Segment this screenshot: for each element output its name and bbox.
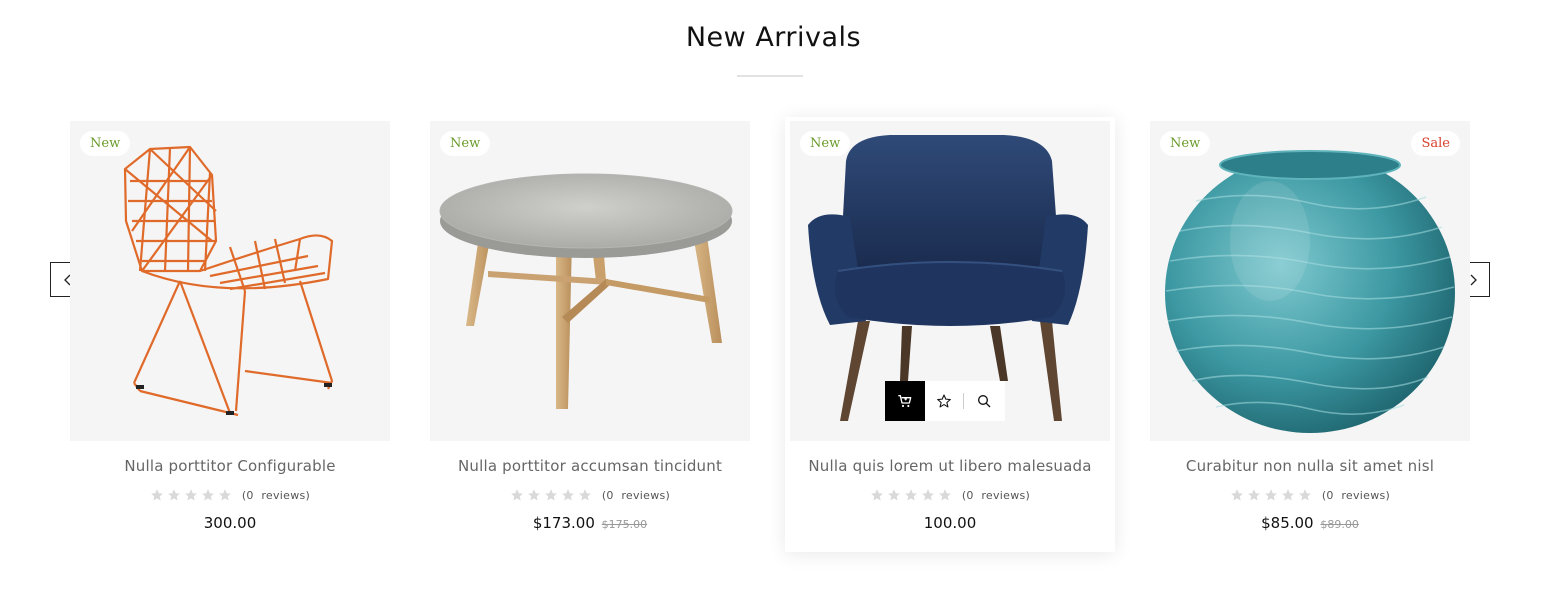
- reviews-count: (0 reviews): [961, 488, 1031, 502]
- rating-row: (0 reviews): [430, 487, 750, 503]
- old-price: $89.00: [1320, 518, 1359, 531]
- star-icon: [528, 489, 540, 501]
- star-icon: [1299, 489, 1311, 501]
- star-icon: [888, 489, 900, 501]
- section-title: New Arrivals: [685, 22, 862, 53]
- star-icon: [1231, 489, 1243, 501]
- rating-row: (0 reviews): [70, 487, 390, 503]
- sale-badge: Sale: [1411, 131, 1460, 156]
- reviews-count: (0 reviews): [601, 488, 671, 502]
- product-name[interactable]: Nulla porttitor accumsan tincidunt: [430, 457, 750, 475]
- star-icon: [511, 489, 523, 501]
- star-icon: [939, 489, 951, 501]
- rating-row: (0 reviews): [790, 487, 1110, 503]
- orange-wire-chair-image: [123, 145, 334, 417]
- star-icon: [151, 489, 163, 501]
- star-icon: [922, 489, 934, 501]
- product-image[interactable]: New: [790, 121, 1110, 441]
- product-card[interactable]: New Sale Curabitur non nulla sit amet ni…: [1150, 121, 1470, 551]
- price: $173.00: [532, 514, 595, 532]
- reviews-count: (0 reviews): [1321, 488, 1391, 502]
- product-image[interactable]: New: [430, 121, 750, 441]
- price: 100.00: [923, 514, 977, 532]
- star-icon: [202, 489, 214, 501]
- product-card[interactable]: New Nulla quis lorem ut libero malesuada…: [785, 117, 1115, 552]
- price-row: 100.00: [790, 514, 1110, 532]
- old-price: $175.00: [601, 518, 648, 531]
- price-row: $85.00 $89.00: [1150, 514, 1470, 532]
- cart-icon: [898, 395, 912, 408]
- product-card[interactable]: New Nulla porttitor Configurable (0 revi…: [70, 121, 390, 551]
- star-icon: [219, 489, 231, 501]
- star-icon: [545, 489, 557, 501]
- star-icon: [1282, 489, 1294, 501]
- search-icon: [978, 395, 991, 408]
- round-table-image: [439, 173, 733, 409]
- product-card[interactable]: New Nulla porttitor accumsan tincidunt (…: [430, 121, 750, 551]
- star-icon: [185, 489, 197, 501]
- teal-glass-vase-image: [1165, 150, 1455, 433]
- product-image[interactable]: New Sale: [1150, 121, 1470, 441]
- product-actions: [885, 381, 1005, 421]
- star-icon: [871, 489, 883, 501]
- star-outline-icon: [937, 394, 951, 408]
- new-badge: New: [800, 131, 851, 156]
- add-to-cart-button[interactable]: [885, 381, 925, 421]
- title-divider: [737, 75, 803, 77]
- price: $85.00: [1261, 514, 1314, 532]
- product-name[interactable]: Nulla quis lorem ut libero malesuada: [790, 457, 1110, 475]
- price-row: $173.00 $175.00: [430, 514, 750, 532]
- product-name[interactable]: Nulla porttitor Configurable: [70, 457, 390, 475]
- star-icon: [1265, 489, 1277, 501]
- rating-row: (0 reviews): [1150, 487, 1470, 503]
- star-icon: [168, 489, 180, 501]
- add-to-wishlist-button[interactable]: [925, 381, 963, 421]
- new-badge: New: [80, 131, 131, 156]
- price: 300.00: [203, 514, 257, 532]
- star-icon: [1248, 489, 1260, 501]
- star-icon: [579, 489, 591, 501]
- star-icon: [562, 489, 574, 501]
- new-badge: New: [440, 131, 491, 156]
- new-badge: New: [1160, 131, 1211, 156]
- quick-view-button[interactable]: [964, 381, 1004, 421]
- star-icon: [905, 489, 917, 501]
- product-name[interactable]: Curabitur non nulla sit amet nisl: [1150, 457, 1470, 475]
- reviews-count: (0 reviews): [241, 488, 311, 502]
- product-image[interactable]: New: [70, 121, 390, 441]
- price-row: 300.00: [70, 514, 390, 532]
